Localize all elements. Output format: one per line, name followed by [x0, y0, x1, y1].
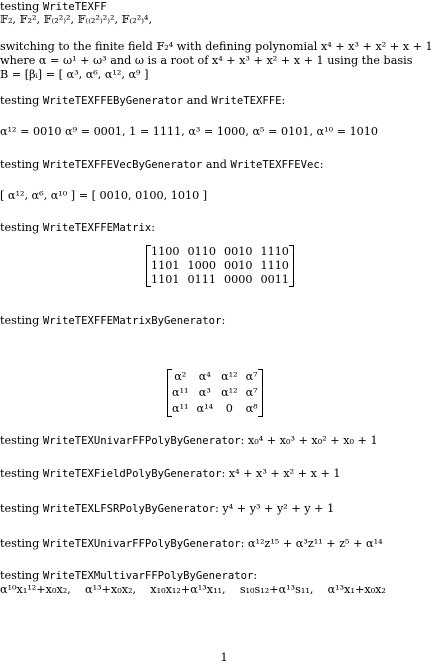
matrix-cell: 1100 — [151, 245, 180, 259]
switch-line-1: switching to the finite field 𝔽₂⁴ with d… — [0, 40, 433, 53]
text: testing — [0, 537, 43, 550]
matrix-cell: 1000 — [187, 259, 216, 273]
text: testing — [0, 158, 43, 171]
text: and — [202, 158, 231, 171]
matrix-row: α¹¹ α¹⁴ 0 α⁸ — [168, 401, 262, 417]
text: : x₀⁴ + x₀³ + x₀² + x₀ + 1 — [240, 434, 378, 447]
matrix-cell: 0010 — [223, 245, 253, 259]
section-field-poly: testing WriteTEXFieldPolyByGenerator: x⁴… — [0, 467, 448, 481]
matrix-binary: 1100 0110 0010 1110 1101 1000 0010 1110 1101 0111… — [146, 245, 294, 287]
section-ffe-by-generator: testing WriteTEXFFEByGenerator and Write… — [0, 94, 448, 108]
text: : — [253, 569, 258, 582]
code: WriteTEXLFSRPolyByGenerator — [42, 503, 216, 515]
text: testing — [0, 94, 43, 107]
matrix-cell: 0000 — [223, 273, 253, 287]
code: WriteTEXFFEByGenerator — [42, 95, 184, 107]
section-ffematrix: testing WriteTEXFFEMatrix: — [0, 221, 448, 235]
matrix-cell: α³ — [198, 386, 211, 400]
matrix-cell: 0111 — [187, 273, 216, 287]
section-lfsr-poly: testing WriteTEXLFSRPolyByGenerator: y⁴ … — [0, 502, 448, 516]
text: testing — [0, 434, 43, 447]
matrix-cell: α¹⁴ — [196, 402, 214, 416]
code: WriteTEXMultivarFFPolyByGenerator — [42, 570, 254, 582]
matrix-cell: 0 — [225, 402, 233, 416]
matrix-cell: 1110 — [260, 245, 289, 259]
code: WriteTEXFF — [42, 1, 107, 13]
document-page: testing WriteTEXFF 𝔽₂, 𝔽₂², 𝔽₍₂²₎², 𝔽₍₍₂… — [0, 0, 448, 664]
matrix-cell: 1110 — [260, 259, 289, 273]
text: : x⁴ + x³ + x² + x + 1 — [221, 467, 341, 480]
text: testing — [0, 314, 43, 327]
matrix-cell: 1101 — [151, 259, 180, 273]
ffe-result: α¹² = 0010 α⁹ = 0001, 1 = 1111, α³ = 100… — [0, 125, 379, 138]
code: WriteTEXUnivarFFPolyByGenerator — [42, 538, 241, 550]
text: : y⁴ + y³ + y² + y + 1 — [215, 502, 335, 515]
code: WriteTEXFFEMatrixByGenerator — [42, 315, 222, 327]
text: testing — [0, 467, 43, 480]
matrix-cell: α¹² — [221, 370, 238, 384]
section-univar-poly-2: testing WriteTEXUnivarFFPolyByGenerator:… — [0, 537, 448, 551]
matrix-generator: α² α⁴ α¹² α⁷ α¹¹ α³ α¹² α⁷ α¹¹ α¹⁴ 0 α⁸ — [167, 369, 263, 417]
code: WriteTEXFFEVec — [230, 159, 320, 171]
matrix-cell: α⁷ — [245, 370, 258, 384]
matrix-cell: α⁴ — [198, 370, 211, 384]
matrix-cell: 0110 — [187, 245, 216, 259]
text: testing — [0, 0, 43, 13]
code: WriteTEXFieldPolyByGenerator — [42, 468, 222, 480]
text: testing — [0, 502, 43, 515]
matrix-cell: α¹² — [221, 386, 238, 400]
text: and — [183, 94, 212, 107]
matrix-row: 1100 0110 0010 1110 — [147, 245, 293, 259]
matrix-cell: α¹¹ — [172, 386, 189, 400]
matrix-row: 1101 1000 0010 1110 — [147, 259, 293, 273]
text: : — [281, 94, 286, 107]
matrix-cell: 0010 — [223, 259, 253, 273]
code: WriteTEXUnivarFFPolyByGenerator — [42, 435, 241, 447]
text: testing — [0, 221, 43, 234]
text: : α¹²z¹⁵ + α³z¹¹ + z⁵ + α¹⁴ — [240, 537, 383, 550]
section-ffevec: testing WriteTEXFFEVecByGenerator and Wr… — [0, 158, 448, 172]
page-number: 1 — [220, 651, 228, 664]
code: WriteTEXFFEVecByGenerator — [42, 159, 203, 171]
text: : — [151, 221, 156, 234]
section-ffematrix-by-generator: testing WriteTEXFFEMatrixByGenerator: — [0, 314, 448, 328]
text: testing — [0, 569, 43, 582]
multivar-result: α¹⁰x₁¹²+x₀x₂, α¹³+x₀x₂, x₁₀x₁₂+α¹³x₁₁, s… — [0, 583, 386, 596]
matrix-cell: 1101 — [151, 273, 180, 287]
section-univar-poly: testing WriteTEXUnivarFFPolyByGenerator:… — [0, 434, 448, 448]
matrix-cell: 0011 — [260, 273, 289, 287]
matrix-row: 1101 0111 0000 0011 — [147, 273, 293, 287]
switch-line-2: where α = ω¹ + ω³ and ω is a root of x⁴ … — [0, 54, 413, 67]
matrix-row: α² α⁴ α¹² α⁷ — [168, 369, 262, 385]
matrix-row: α¹¹ α³ α¹² α⁷ — [168, 385, 262, 401]
text: : — [319, 158, 324, 171]
section-multivar-poly: testing WriteTEXMultivarFFPolyByGenerato… — [0, 569, 448, 583]
line-field-list: 𝔽₂, 𝔽₂², 𝔽₍₂²₎², 𝔽₍₍₂²₎²₎², 𝔽₍₂²₎⁴, — [0, 13, 153, 26]
ffevec-result: [ α¹², α⁶, α¹⁰ ] = [ 0010, 0100, 1010 ] — [0, 189, 208, 202]
code: WriteTEXFFEMatrix — [42, 222, 152, 234]
switch-line-3: B = [βᵢ] = [ α³, α⁶, α¹², α⁹ ] — [0, 68, 149, 81]
matrix-cell: α⁸ — [245, 402, 258, 416]
matrix-cell: α⁷ — [245, 386, 258, 400]
text: : — [221, 314, 226, 327]
code: WriteTEXFFE — [211, 95, 282, 107]
matrix-cell: α¹¹ — [172, 402, 189, 416]
matrix-cell: α² — [174, 370, 187, 384]
